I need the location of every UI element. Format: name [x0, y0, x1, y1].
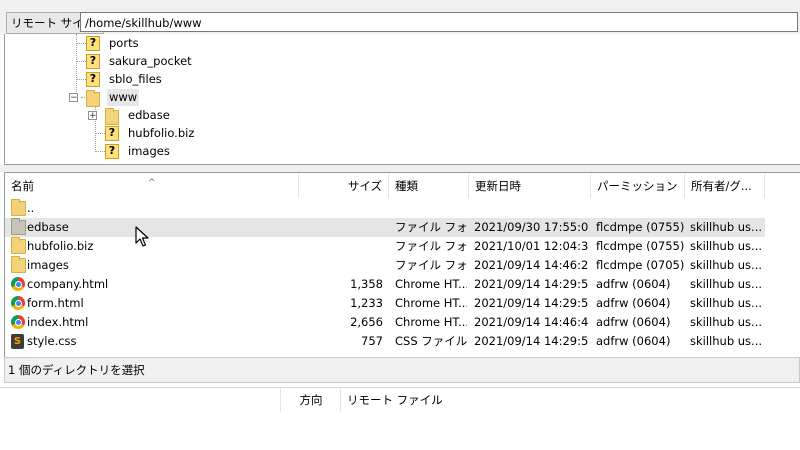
table-row[interactable]: index.html 2,656 Chrome HT... 2021/09/14… — [5, 313, 765, 332]
remote-site-bar: リモート サイト: /home/skillhub/www — [0, 11, 800, 35]
question-icon: ? — [86, 36, 100, 51]
pane-splitter[interactable] — [0, 165, 800, 172]
row-owner: skillhub us... — [690, 334, 763, 348]
tree-item-label: images — [128, 144, 170, 158]
column-header-name[interactable]: ^ 名前 — [5, 173, 299, 198]
table-row[interactable]: style.css 757 CSS ファイル 2021/09/14 14:29:… — [5, 332, 765, 351]
row-owner: skillhub us... — [690, 315, 763, 329]
tree-guide-line — [76, 79, 86, 80]
row-size: 757 — [361, 334, 383, 348]
row-type: ファイル フォ... — [395, 239, 467, 253]
row-type: CSS ファイル — [395, 334, 467, 348]
question-icon: ? — [105, 144, 119, 159]
row-owner: skillhub us... — [690, 258, 763, 272]
expand-toggle-icon[interactable]: + — [88, 111, 97, 121]
remote-path-input[interactable]: /home/skillhub/www — [80, 12, 798, 32]
folder-icon — [11, 237, 26, 254]
row-name: edbase — [27, 220, 69, 234]
row-permissions: flcdmpe (0755) — [596, 239, 684, 253]
column-header-permissions[interactable]: パーミッション — [591, 173, 685, 198]
tree-item-label: www — [107, 89, 140, 106]
row-type: ファイル フォ... — [395, 258, 467, 272]
row-type: Chrome HT... — [395, 277, 467, 291]
queue-column-remote-file[interactable]: リモート ファイル — [340, 388, 547, 412]
row-modified: 2021/09/14 14:46:47 — [474, 315, 589, 329]
question-icon: ? — [86, 72, 100, 87]
row-name: .. — [27, 201, 35, 215]
question-icon: ? — [105, 126, 119, 141]
table-row[interactable]: images ファイル フォ... 2021/09/14 14:46:29 fl… — [5, 256, 765, 275]
tree-guide-line — [95, 133, 105, 134]
folder-icon — [11, 218, 26, 235]
row-name: index.html — [27, 315, 89, 329]
top-band — [0, 0, 800, 11]
tree-guide-line — [95, 151, 105, 152]
mouse-cursor-icon — [135, 226, 149, 247]
row-type: Chrome HT... — [395, 296, 467, 310]
row-modified: 2021/09/14 14:29:56 — [474, 277, 589, 291]
table-row[interactable]: edbase ファイル フォ... 2021/09/30 17:55:00 fl… — [5, 218, 765, 237]
folder-icon — [11, 256, 26, 273]
collapse-toggle-icon[interactable]: − — [69, 93, 78, 103]
row-name: images — [27, 258, 69, 272]
folder-icon — [105, 108, 119, 125]
row-permissions: adfrw (0604) — [596, 315, 671, 329]
chrome-icon — [11, 315, 25, 329]
remote-directory-tree[interactable]: ? ports ? sakura_pocket ? sblo_files − w… — [4, 34, 800, 165]
column-header-owner[interactable]: 所有者/グ... — [685, 173, 765, 198]
folder-icon — [11, 199, 26, 216]
table-row[interactable]: .. — [5, 199, 765, 218]
tree-item-label: sakura_pocket — [109, 54, 192, 68]
row-modified: 2021/09/14 14:46:29 — [474, 258, 589, 272]
row-owner: skillhub us... — [690, 296, 763, 310]
row-size: 1,358 — [350, 277, 383, 291]
question-icon: ? — [86, 54, 100, 69]
row-permissions: adfrw (0604) — [596, 334, 671, 348]
row-permissions: flcdmpe (0755) — [596, 220, 684, 234]
row-name: hubfolio.biz — [27, 239, 94, 253]
chrome-icon — [11, 277, 25, 291]
table-row[interactable]: hubfolio.biz ファイル フォ... 2021/10/01 12:04… — [5, 237, 765, 256]
row-permissions: flcdmpe (0705) — [596, 258, 684, 272]
row-name: form.html — [27, 296, 84, 310]
row-owner: skillhub us... — [690, 220, 763, 234]
row-modified: 2021/09/14 14:29:57 — [474, 334, 589, 348]
status-bar: 1 個のディレクトリを選択 — [4, 357, 800, 383]
row-permissions: adfrw (0604) — [596, 277, 671, 291]
row-name: style.css — [27, 334, 77, 348]
queue-column-direction[interactable]: 方向 — [280, 388, 341, 412]
remote-file-list[interactable]: ^ 名前 サイズ 種類 更新日時 パーミッション 所有者/グ... .. edb… — [4, 172, 800, 358]
row-size: 1,233 — [350, 296, 383, 310]
list-header: ^ 名前 サイズ 種類 更新日時 パーミッション 所有者/グ... — [5, 173, 800, 198]
row-name: company.html — [27, 277, 109, 291]
row-owner: skillhub us... — [690, 239, 763, 253]
column-header-type[interactable]: 種類 — [389, 173, 469, 198]
tree-item-label: edbase — [128, 108, 170, 122]
tree-item-label: ports — [109, 36, 139, 50]
row-type: Chrome HT... — [395, 315, 467, 329]
tree-guide-line — [76, 61, 86, 62]
row-type: ファイル フォ... — [395, 220, 467, 234]
row-size: 2,656 — [350, 315, 383, 329]
column-header-size[interactable]: サイズ — [299, 173, 389, 198]
tree-item-label: hubfolio.biz — [128, 126, 195, 140]
chrome-icon — [11, 296, 25, 310]
row-modified: 2021/09/14 14:29:57 — [474, 296, 589, 310]
row-permissions: adfrw (0604) — [596, 296, 671, 310]
row-modified: 2021/09/30 17:55:00 — [474, 220, 589, 234]
transfer-queue-header: 方向 リモート ファイル — [0, 387, 800, 412]
table-row[interactable]: form.html 1,233 Chrome HT... 2021/09/14 … — [5, 294, 765, 313]
row-owner: skillhub us... — [690, 277, 763, 291]
table-row[interactable]: company.html 1,358 Chrome HT... 2021/09/… — [5, 275, 765, 294]
tree-guide-line — [76, 43, 86, 44]
row-modified: 2021/10/01 12:04:38 — [474, 239, 589, 253]
sort-ascending-icon: ^ — [148, 178, 156, 188]
tree-item-label: sblo_files — [109, 72, 162, 86]
sublime-text-icon — [11, 334, 24, 349]
folder-icon — [86, 90, 100, 107]
column-header-modified[interactable]: 更新日時 — [469, 173, 591, 198]
